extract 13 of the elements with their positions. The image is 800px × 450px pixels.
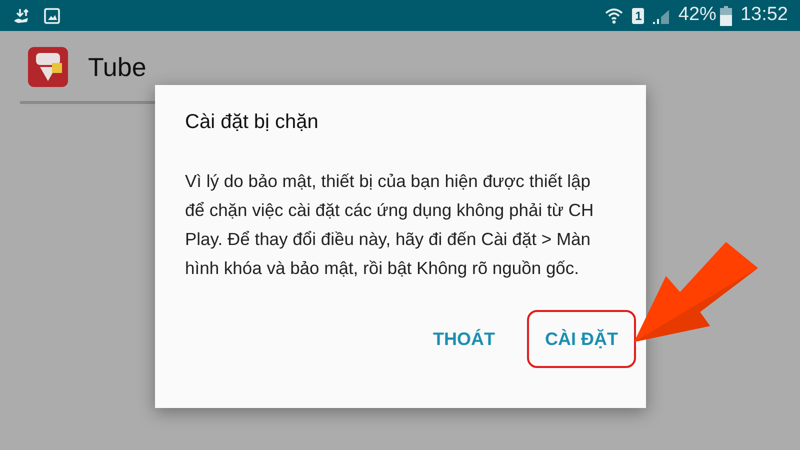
signal-icon bbox=[652, 8, 670, 24]
image-icon bbox=[44, 8, 60, 24]
dialog-button[interactable]: THOÁT bbox=[415, 310, 513, 368]
app-icon bbox=[28, 47, 68, 87]
dialog-button[interactable]: CÀI ĐẶT bbox=[527, 310, 636, 368]
battery-icon bbox=[720, 6, 732, 26]
sim-icon: 1 bbox=[632, 8, 644, 24]
app-title: Tube bbox=[88, 50, 146, 84]
dialog-message: Vì lý do bảo mật, thiết bị của bạn hiện được thiết lập để chặn việc cài đặt các ứng dụng không phải từ CH Play. Để thay đổi điều này, hãy đi đến Cài đặt > Màn hình khóa và bảo mật, rồi bật Không rõ nguồn gốc. bbox=[185, 170, 595, 280]
wifi-icon bbox=[604, 6, 624, 24]
battery-percent: 42% bbox=[678, 3, 716, 28]
clock: 13:52 bbox=[740, 3, 788, 28]
dialog-title: Cài đặt bị chặn bbox=[185, 110, 320, 135]
